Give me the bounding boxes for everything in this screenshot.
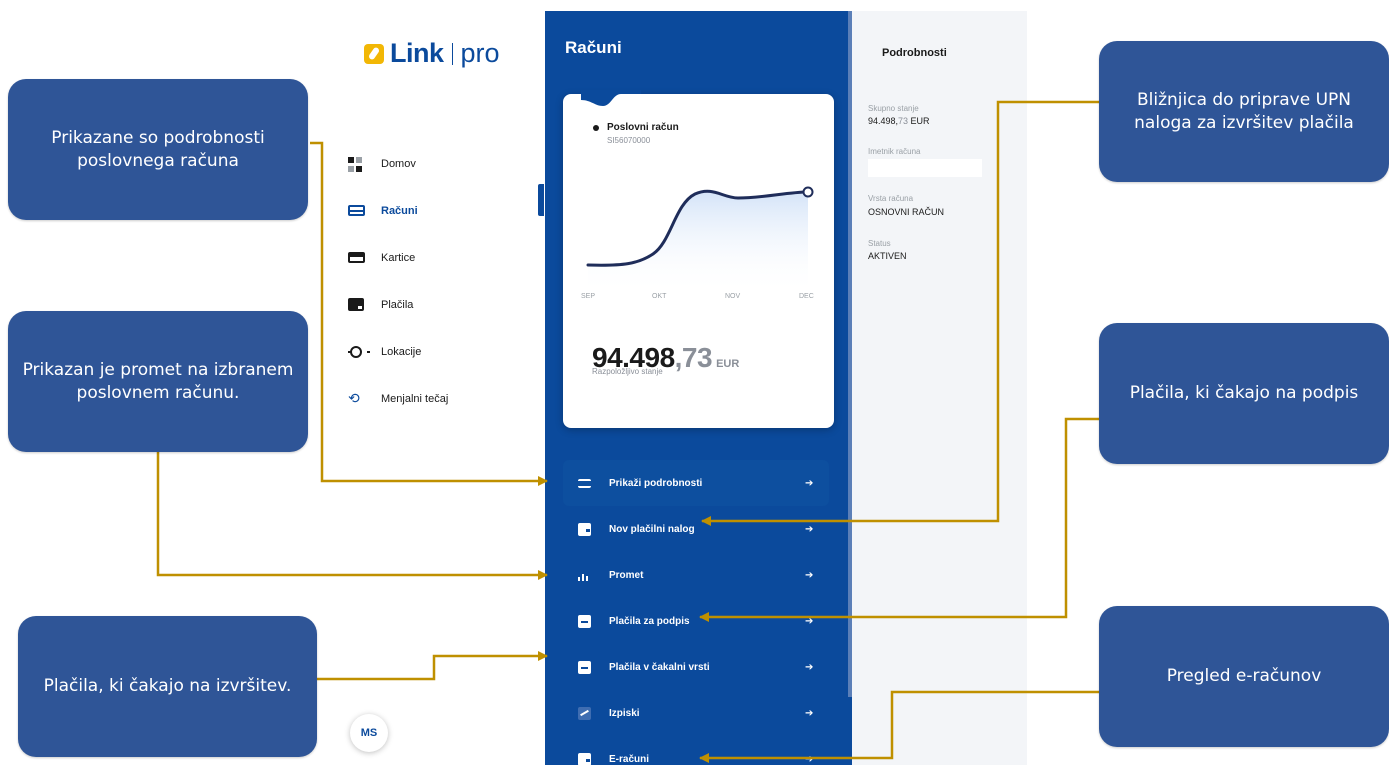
sidebar-item-kartice[interactable]: Kartice	[348, 234, 538, 281]
account-holder-value	[868, 159, 982, 177]
details-panel: Podrobnosti Skupno stanje 94.498,73 EUR …	[852, 11, 1027, 765]
card-icon	[348, 202, 365, 219]
arrow-right-icon: ➔	[805, 477, 814, 489]
total-balance-label: Skupno stanje	[868, 104, 919, 113]
account-holder-label: Imetnik računa	[868, 147, 921, 156]
logo-suffix: pro	[460, 38, 500, 68]
page-title: Računi	[565, 38, 622, 57]
menu-item-izpiski[interactable]: Izpiski ➔	[563, 690, 829, 736]
menu-item-prikazi-podrobnosti[interactable]: Prikaži podrobnosti ➔	[563, 460, 829, 506]
grid-icon	[348, 155, 365, 172]
callout-upn: Bližnjica do priprave UPN naloga za izvr…	[1099, 41, 1389, 182]
credit-card-icon	[348, 249, 365, 266]
details-title: Podrobnosti	[882, 47, 947, 59]
sidebar-item-domov[interactable]: Domov	[348, 140, 538, 187]
balance-chart	[586, 186, 814, 294]
month-label: NOV	[725, 293, 741, 300]
wallet-icon	[578, 522, 591, 536]
logo-icon	[364, 43, 384, 64]
app-logo: Link pro	[364, 38, 500, 69]
menu-item-placila-za-podpis[interactable]: Plačila za podpis ➔	[563, 598, 829, 644]
balance-label: Razpoložljivo stanje	[592, 367, 663, 376]
menu-item-nov-placilni-nalog[interactable]: Nov plačilni nalog ➔	[563, 506, 829, 552]
logo-name: Link	[390, 38, 444, 68]
arrow-right-icon: ➔	[805, 615, 814, 627]
active-nav-marker	[538, 184, 544, 216]
sidebar-item-menjalni-tecaj[interactable]: ⟲ Menjalni tečaj	[348, 375, 538, 422]
account-card[interactable]: Poslovni račun SI56070000 SEP OKT NOV DE…	[563, 94, 834, 428]
arrow-right-icon: ➔	[805, 523, 814, 535]
menu-item-promet[interactable]: Promet ➔	[563, 552, 829, 598]
account-type-value: OSNOVNI RAČUN	[868, 207, 945, 217]
connector-queue	[317, 651, 548, 681]
callout-turnover: Prikazan je promet na izbranem poslovnem…	[8, 311, 308, 452]
avatar[interactable]: MS	[350, 714, 388, 752]
wallet-icon	[348, 296, 365, 313]
month-label: OKT	[652, 293, 667, 300]
location-icon	[348, 343, 370, 360]
chart-area	[588, 191, 808, 294]
month-label: DEC	[799, 293, 814, 300]
menu-item-placila-v-cakalni-vrsti[interactable]: Plačila v čakalni vrsti ➔	[563, 644, 829, 690]
arrow-right-icon: ➔	[805, 707, 814, 719]
arrow-right-icon: ➔	[805, 661, 814, 673]
menu-item-e-racuni[interactable]: E-računi ➔	[563, 736, 829, 765]
status-value: AKTIVEN	[868, 251, 907, 261]
callout-queue: Plačila, ki čakajo na izvršitev.	[18, 616, 317, 757]
details-icon	[578, 478, 591, 488]
callout-einvoice: Pregled e-računov	[1099, 606, 1389, 747]
month-label: SEP	[581, 293, 596, 300]
sidebar-nav: Domov Računi Kartice Plačila Lokacije ⟲ …	[348, 140, 538, 422]
sidebar-item-lokacije[interactable]: Lokacije	[348, 328, 538, 375]
statement-icon	[578, 706, 591, 720]
sidebar-item-racuni[interactable]: Računi	[348, 187, 538, 234]
account-type-label: Vrsta računa	[868, 194, 914, 203]
document-icon	[578, 614, 591, 628]
arrow-right-icon: ➔	[805, 569, 814, 581]
sidebar-item-placila[interactable]: Plačila	[348, 281, 538, 328]
bar-chart-icon	[578, 573, 591, 581]
account-actions-menu: Prikaži podrobnosti ➔ Nov plačilni nalog…	[563, 460, 829, 765]
connector-turnover	[156, 452, 548, 580]
total-balance-value: 94.498,73 EUR	[868, 116, 930, 126]
chart-end-point	[802, 186, 814, 198]
status-label: Status	[868, 239, 891, 248]
callout-details: Prikazane so podrobnosti poslovnega raču…	[8, 79, 308, 220]
arrow-right-icon: ➔	[805, 753, 814, 765]
wallet-icon	[578, 752, 591, 765]
document-icon	[578, 660, 591, 674]
exchange-icon: ⟲	[348, 390, 360, 406]
callout-sign: Plačila, ki čakajo na podpis	[1099, 323, 1389, 464]
card-notch	[581, 90, 641, 106]
